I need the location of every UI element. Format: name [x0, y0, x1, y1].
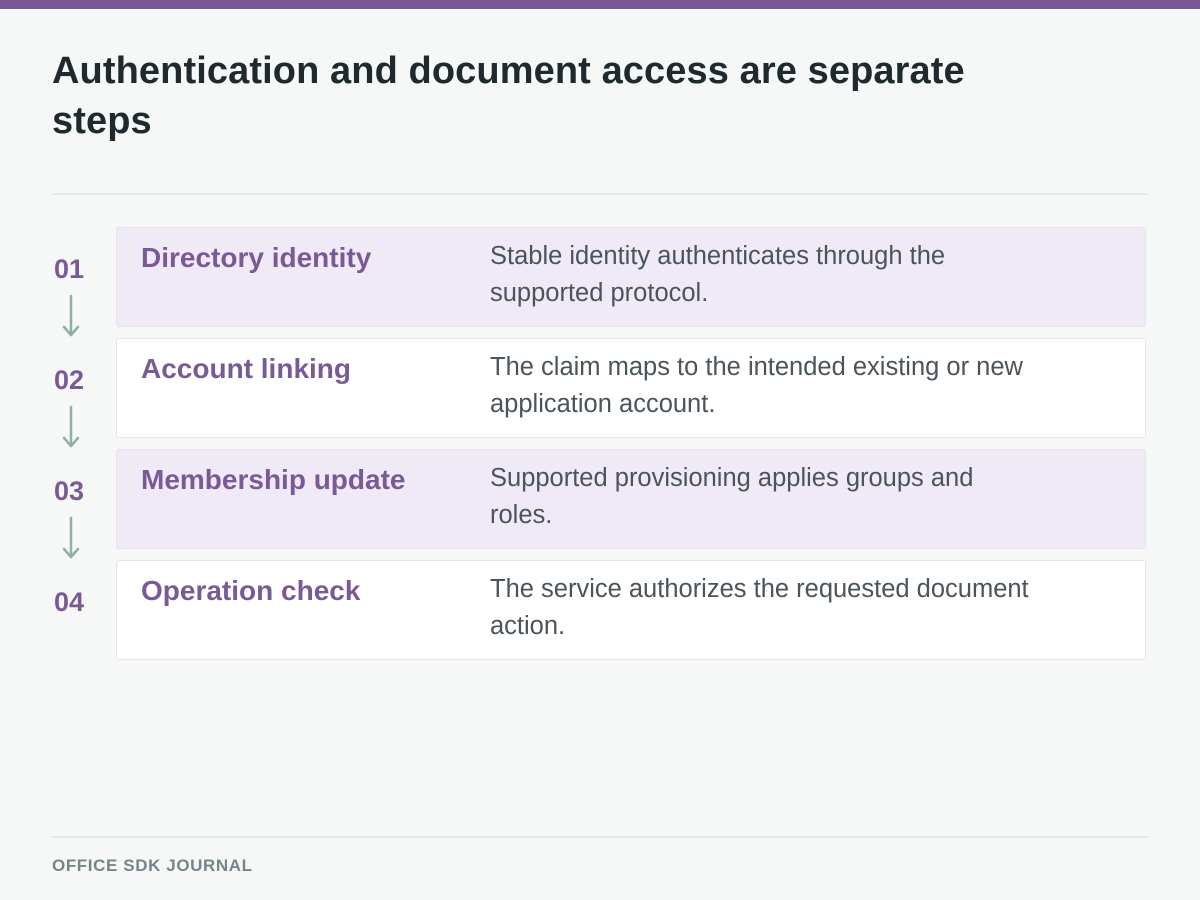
step-card: Operation check The service authorizes t…: [116, 560, 1146, 660]
step-description: Stable identity authenticates through th…: [490, 242, 946, 307]
step-card: Account linking The claim maps to the in…: [116, 338, 1146, 438]
step-description: The service authorizes the requested doc…: [490, 575, 1029, 640]
step-description: The claim maps to the intended existing …: [490, 353, 1023, 418]
step-number: 03: [53, 476, 85, 506]
step-title: Directory identity: [141, 242, 372, 273]
step-card: Membership update Supported provisioning…: [116, 449, 1146, 549]
step-flow: 01 Directory identity Stable identity au…: [0, 0, 1200, 900]
step-card: Directory identity Stable identity authe…: [116, 227, 1146, 327]
arrow-down-icon: [62, 405, 80, 448]
step-description: Supported provisioning applies groups an…: [490, 464, 974, 529]
step-number: 01: [53, 254, 85, 284]
arrow-down-icon: [62, 294, 80, 337]
step-title: Membership update: [141, 464, 406, 495]
footer-brand: OFFICE SDK JOURNAL: [52, 856, 253, 875]
step-title: Account linking: [141, 353, 351, 384]
footer-divider: [52, 836, 1148, 838]
step-title: Operation check: [141, 575, 361, 606]
step-number: 02: [53, 365, 85, 395]
arrow-down-icon: [62, 516, 80, 559]
step-number: 04: [53, 587, 85, 617]
